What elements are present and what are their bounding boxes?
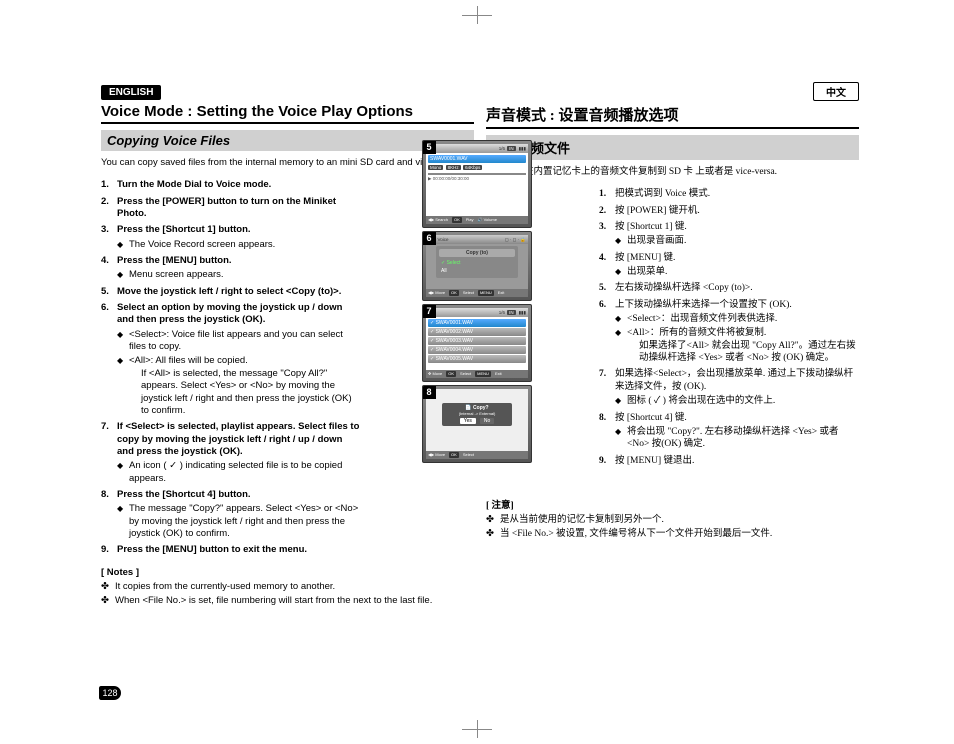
title-cn: 声音模式 : 设置音频播放选项 [486,104,859,129]
steps-en: Turn the Mode Dial to Voice mode. Press … [101,179,361,556]
step-8: 按 [Shortcut 4] 键. 将会出现 "Copy?". 左右移动操纵杆选… [599,412,859,451]
page-number: 128 [99,686,121,700]
step-9: Press the [MENU] button to exit the menu… [101,544,361,556]
lang-badge-cn: 中文 [813,82,859,101]
step-2: Press the [POWER] button to turn on the … [101,196,361,221]
copy-menu: Copy (to) ✓ Select All [436,246,518,278]
step-7: 如果选择<Select>，会出现播放菜单. 通过上下拨动操纵杆来选择文件，按 (… [599,368,859,407]
page-chinese: 中文 声音模式 : 设置音频播放选项 复制音频文件 可以把存在内置记忆卡上的音频… [480,82,865,672]
step-3: 按 [Shortcut 1] 键. 出现录音画面. [599,221,859,248]
file-row: ✓ SWAV0005.WAV [428,355,526,363]
step-6: 上下拨动操纵杆来选择一个设置按下 (OK). <Select>：出现音频文件列表… [599,299,859,365]
shot-number: 7 [422,304,436,318]
intro-cn: 可以把存在内置记忆卡上的音频文件复制到 SD 卡 上或者是 vice-versa… [486,166,859,178]
file-row: SWAV0001.WAV [428,155,526,163]
step-1: Turn the Mode Dial to Voice mode. [101,179,361,191]
no-button: No [480,418,494,424]
intro-en: You can copy saved files from the intern… [101,157,474,169]
step-8: Press the [Shortcut 4] button. The messa… [101,489,361,540]
shot-number: 6 [422,231,436,245]
yes-button: Yes [460,418,476,424]
screenshot-5: 5 🎤 1/6 IN ▮▮▮ SWAV0001.WAV Mono 8KHz 64… [422,140,532,228]
screenshot-7: 7 🎤 1/6 IN▮▮▮ ✓ SWAV0001.WAV ✓ SWAV0002.… [422,304,532,382]
steps-cn: 把模式调到 Voice 模式. 按 [POWER] 键开机. 按 [Shortc… [599,188,859,467]
step-4: 按 [MENU] 键. 出现菜单. [599,252,859,279]
step-4: Press the [MENU] button. Menu screen app… [101,255,361,282]
screenshot-6: 6 🎤Voice ◻ · ◻ · 🔒 Copy (to) ✓ Select Al… [422,231,532,301]
notes-head-en: [ Notes ] [101,567,474,578]
step-9: 按 [MENU] 键退出. [599,455,859,467]
title-en: Voice Mode : Setting the Voice Play Opti… [101,103,474,124]
step-7: If <Select> is selected, playlist appear… [101,421,361,485]
lang-badge-en: ENGLISH [101,85,161,100]
file-row: ✓ SWAV0001.WAV [428,319,526,327]
step-1: 把模式调到 Voice 模式. [599,188,859,200]
screenshot-8: 8 📄 Copy? (Internal -> External) Yes No … [422,385,532,463]
file-row: ✓ SWAV0002.WAV [428,328,526,336]
shot-number: 8 [422,385,436,399]
subtitle-cn: 复制音频文件 [486,135,859,160]
step-6: Select an option by moving the joystick … [101,302,361,417]
step-2: 按 [POWER] 键开机. [599,205,859,217]
file-row: ✓ SWAV0004.WAV [428,346,526,354]
shot-number: 5 [422,140,436,154]
file-row: ✓ SWAV0003.WAV [428,337,526,345]
subtitle-en: Copying Voice Files [101,130,474,151]
crop-mark-top [462,6,492,24]
crop-mark-bottom [462,720,492,738]
step-5: Move the joystick left / right to select… [101,286,361,298]
step-5: 左右拨动操纵杆选择 <Copy (to)>. [599,282,859,294]
notes-cn: 是从当前使用的记忆卡复制到另外一个. 当 <File No.> 被设置, 文件编… [486,514,859,541]
device-screenshots: 5 🎤 1/6 IN ▮▮▮ SWAV0001.WAV Mono 8KHz 64… [422,140,532,463]
step-3: Press the [Shortcut 1] button. The Voice… [101,224,361,251]
copy-popup: 📄 Copy? (Internal -> External) Yes No [442,403,512,426]
notes-en: It copies from the currently-used memory… [101,581,474,608]
notes-head-cn: [ 注意] [486,497,859,511]
